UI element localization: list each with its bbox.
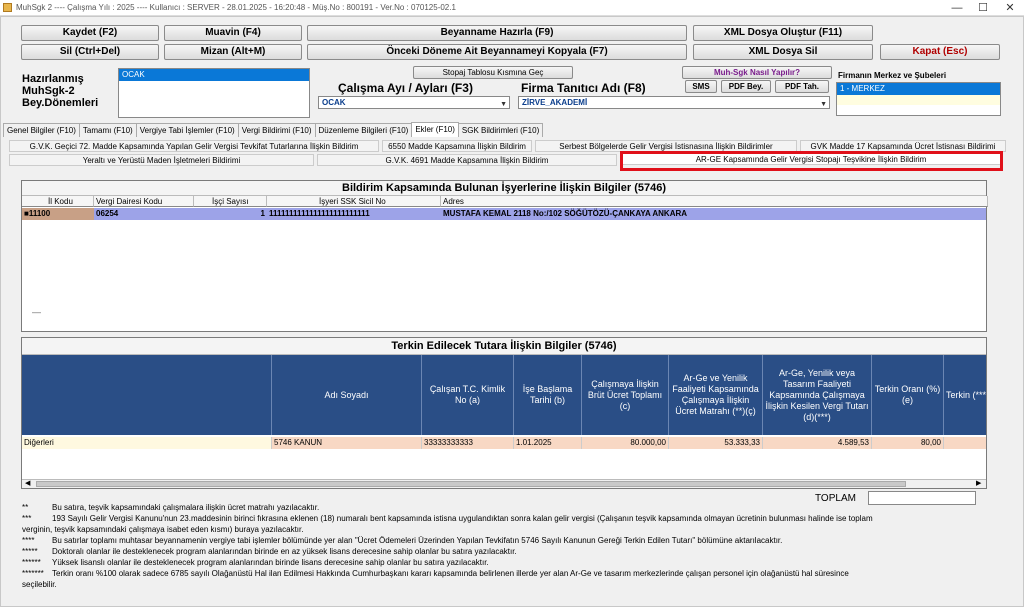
stopaj-button[interactable]: Stopaj Tablosu Kısmına Geç (413, 66, 573, 79)
table-row[interactable]: ■11100 06254 1 1111111111111111111111111… (22, 208, 986, 220)
cell-brut-ucret: 80.000,00 (582, 437, 669, 449)
cell-tc-kimlik: 33333333333 (422, 437, 514, 449)
period-list[interactable]: OCAK (118, 68, 310, 118)
horizontal-scrollbar[interactable]: ◀ ▶ (22, 479, 986, 488)
cell-kesilen-vergi: 4.589,53 (763, 437, 872, 449)
note-line: **** Bu satırlar toplamı muhtasar beyanna… (22, 536, 783, 545)
col-adres: Adres (441, 196, 988, 207)
cell-terkin-orani: 80,00 (872, 437, 944, 449)
chevron-down-icon: ▼ (500, 101, 507, 108)
cell-aciklama: Diğerleri (22, 437, 272, 449)
col-il-kodu: İl Kodu (22, 196, 94, 207)
cell-il-kodu: ■11100 (22, 208, 94, 220)
nasil-yapilir-button[interactable]: Muh-Sgk Nasıl Yapılır? (682, 66, 832, 79)
note-line: seçilebilir. (22, 580, 57, 589)
row-indicator: — (32, 307, 41, 317)
calisma-label: Çalışma Ayı / Ayları (F3) (338, 81, 473, 95)
pdf-tah-button[interactable]: PDF Tah. (775, 80, 829, 93)
subtab-4691[interactable]: G.V.K. 4691 Madde Kapsamına İlişkin Bild… (317, 154, 617, 166)
terkin-grid-title: Terkin Edilecek Tutara İlişkin Bilgiler … (22, 338, 986, 355)
col-ise-baslama: İşe Başlama Tarihi (b) (514, 355, 582, 435)
cell-isci-sayisi: 1 (260, 209, 265, 218)
note-line: verginin, teşvik kapsamındaki çalışmaya … (22, 525, 304, 534)
xml-sil-button[interactable]: XML Dosya Sil (693, 44, 873, 60)
col-brut-ucret: Çalışmaya İlişkin Brüt Ücret Toplamı (c) (582, 355, 669, 435)
tab-vergiye-tabi[interactable]: Vergiye Tabi İşlemler (F10) (135, 123, 239, 137)
note-line: ** Bu satıra, teşvik kapsamındaki çalışma… (22, 503, 320, 512)
col-ucret-matrahi: Ar-Ge ve Yenilik Faaliyeti Kapsamında Ça… (669, 355, 763, 435)
title-bar: MuhSgk 2 ---- Çalışma Yılı : 2025 ---- K… (0, 0, 1024, 16)
cell-ucret-matrahi: 53.333,33 (669, 437, 763, 449)
cell-adi-soyadi: 5746 KANUN (272, 437, 422, 449)
col-terkin: Terkin (**** (944, 355, 986, 435)
col-empty-header (22, 355, 272, 435)
muavin-button[interactable]: Muavin (F4) (164, 25, 302, 41)
col-kesilen-vergi: Ar-Ge, Yenilik veya Tasarım Faaliyeti Ka… (763, 355, 872, 435)
col-adi-soyadi: Adı Soyadı (272, 355, 422, 435)
sil-button[interactable]: Sil (Ctrl+Del) (21, 44, 159, 60)
col-isci-sayisi: İşçi Sayısı (194, 196, 267, 207)
note-line: ***** Doktoralı olanlar ile desteklenecek… (22, 547, 517, 556)
chevron-down-icon: ▼ (820, 101, 827, 108)
table-row[interactable]: Diğerleri 5746 KANUN 33333333333 1.01.20… (22, 437, 986, 449)
cell-adres: MUSTAFA KEMAL 2118 No:/102 SÖĞÜTÖZÜ-ÇANK… (443, 209, 688, 218)
pdf-bey-button[interactable]: PDF Bey. (721, 80, 771, 93)
sube-list[interactable]: 1 - MERKEZ (836, 82, 1001, 116)
xml-olustur-button[interactable]: XML Dosya Oluştur (F11) (693, 25, 873, 41)
maximize-button[interactable]: ☐ (970, 0, 996, 16)
onceki-donem-kopyala-button[interactable]: Önceki Döneme Ait Beyannameyi Kopyala (F… (307, 44, 687, 60)
note-line: ******* Terkin oranı %100 olarak sadece 6… (22, 569, 849, 578)
subtab-maden[interactable]: Yeraltı ve Yerüstü Maden İşletmeleri Bil… (9, 154, 314, 166)
col-tc-kimlik: Çalışan T.C. Kimlik No (a) (422, 355, 514, 435)
close-window-button[interactable]: ✕ (997, 0, 1023, 16)
tab-vergi-bildirimi[interactable]: Vergi Bildirimi (F10) (237, 123, 316, 137)
calisma-ayi-select[interactable]: OCAK ▼ (318, 96, 510, 109)
isyeri-grid-title: Bildirim Kapsamında Bulunan İşyerlerine … (22, 181, 986, 196)
tab-tamami[interactable]: Tamamı (F10) (78, 123, 137, 137)
window-title: MuhSgk 2 ---- Çalışma Yılı : 2025 ---- K… (16, 3, 456, 12)
highlight-box (620, 151, 1003, 171)
tab-ekler[interactable]: Ekler (F10) (411, 122, 459, 137)
minimize-button[interactable]: — (944, 0, 970, 16)
scroll-left-icon[interactable]: ◀ (25, 479, 30, 487)
cell-vergi-dairesi: 06254 (96, 209, 119, 218)
col-ssk-sicil: İşyeri SSK Sicil No (267, 196, 441, 207)
kapat-button[interactable]: Kapat (Esc) (880, 44, 1000, 60)
isyeri-grid: Bildirim Kapsamında Bulunan İşyerlerine … (21, 180, 988, 332)
firma-select[interactable]: ZİRVE_AKADEMİ ▼ (518, 96, 830, 109)
terkin-grid: Terkin Edilecek Tutara İlişkin Bilgiler … (21, 337, 987, 489)
kaydet-button[interactable]: Kaydet (F2) (21, 25, 159, 41)
sube-list-item[interactable]: 1 - MERKEZ (837, 83, 1000, 95)
app-icon (3, 3, 12, 12)
scroll-thumb[interactable] (36, 481, 906, 487)
period-list-item[interactable]: OCAK (119, 69, 309, 81)
note-line: ****** Yüksek lisanslı olanlar ile destek… (22, 558, 489, 567)
tab-genel[interactable]: Genel Bilgiler (F10) (3, 123, 80, 137)
col-vergi-dairesi: Vergi Dairesi Kodu (94, 196, 194, 207)
cell-ssk-sicil: 1111111111111111111111111 (269, 209, 370, 218)
subtab-gecici72[interactable]: G.V.K. Geçici 72. Madde Kapsamında Yapıl… (9, 140, 379, 152)
hazirlanmis-label: Hazırlanmış MuhSgk-2 Bey.Dönemleri (22, 73, 99, 109)
cell-terkin (944, 437, 986, 449)
note-line: *** 193 Sayılı Gelir Vergisi Kanunu'nun 2… (22, 514, 873, 523)
main-tabs: Genel Bilgiler (F10) Tamamı (F10) Vergiye … (3, 122, 544, 137)
col-terkin-orani: Terkin Oranı (%) (e) (872, 355, 944, 435)
firma-label: Firma Tanıtıcı Adı (F8) (521, 81, 646, 95)
tab-duzenleme[interactable]: Düzenleme Bilgileri (F10) (314, 123, 413, 137)
sms-button[interactable]: SMS (685, 80, 717, 93)
tab-sgk[interactable]: SGK Bildirimleri (F10) (457, 123, 544, 137)
beyanname-hazirla-button[interactable]: Beyanname Hazırla (F9) (307, 25, 687, 41)
subtab-6550[interactable]: 6550 Madde Kapsamına İlişkin Bildirim (382, 140, 532, 152)
cell-ise-baslama: 1.01.2025 (514, 437, 582, 449)
sube-label: Firmanın Merkez ve Şubeleri (838, 71, 947, 80)
scroll-right-icon[interactable]: ▶ (976, 479, 981, 487)
mizan-button[interactable]: Mizan (Alt+M) (164, 44, 302, 60)
